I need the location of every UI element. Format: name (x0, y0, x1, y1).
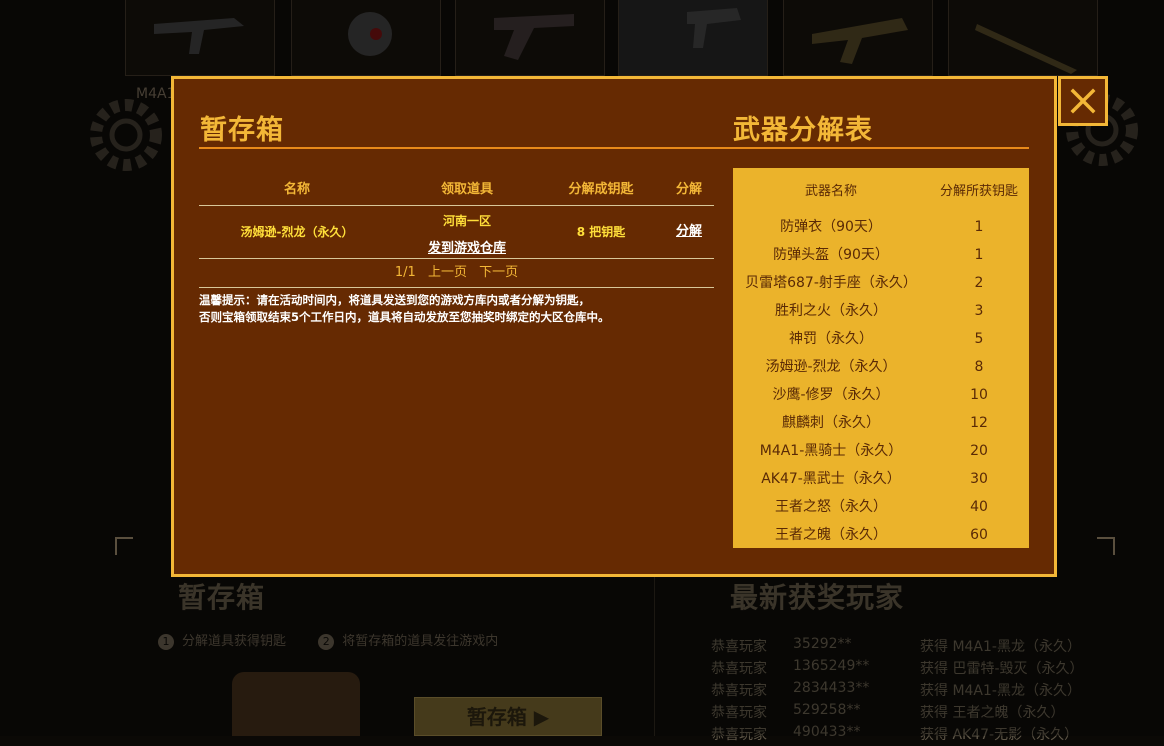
tip-line: 温馨提示：请在活动时间内，将道具发送到您的游戏方库内或者分解为钥匙， (199, 293, 590, 307)
col-header-name: 名称 (283, 182, 310, 197)
storage-modal: 暂存箱 武器分解表 名称 领取道具 分解成钥匙 分解 汤姆逊-烈龙（永久） 河南… (171, 76, 1057, 577)
table-row: 汤姆逊-烈龙（永久） 河南一区 发到游戏仓库 8 把钥匙 分解 (199, 206, 714, 259)
weapon-name: 神罚（永久） (789, 331, 873, 347)
prev-page-link[interactable]: 上一页 (428, 265, 467, 280)
pagination: 1/1 上一页 下一页 (199, 259, 714, 288)
decomposition-table-header: 武器名称 分解所获钥匙 (733, 180, 1029, 200)
warm-tip: 温馨提示：请在活动时间内，将道具发送到您的游戏方库内或者分解为钥匙， 否则宝箱领… (199, 292, 719, 326)
weapon-name: 防弹头盔（90天） (773, 247, 889, 263)
weapon-name: 汤姆逊-烈龙（永久） (765, 359, 897, 375)
storage-title: 暂存箱 (200, 115, 284, 146)
col-header-keys-gained: 分解所获钥匙 (939, 184, 1018, 199)
col-header-claim: 领取道具 (440, 182, 493, 197)
weapon-key-count: 1 (974, 247, 984, 263)
table-row: 神罚（永久） 5 (733, 325, 1029, 353)
weapon-name: 王者之怒（永久） (775, 499, 887, 515)
close-button[interactable] (1058, 76, 1108, 126)
table-row: 麒麟刺（永久） 12 (733, 409, 1029, 437)
weapon-name: 王者之魄（永久） (775, 527, 887, 543)
weapon-key-count: 5 (974, 331, 984, 347)
next-page-link[interactable]: 下一页 (479, 265, 518, 280)
weapon-name: 麒麟刺（永久） (782, 415, 880, 431)
weapon-name: M4A1-黑骑士（永久） (759, 443, 903, 459)
weapon-key-count: 8 (974, 359, 984, 375)
weapon-name: 防弹衣（90天） (780, 219, 882, 235)
col-header-decompose: 分解 (675, 182, 702, 197)
weapon-key-count: 20 (970, 443, 988, 459)
weapon-key-count: 60 (970, 527, 988, 543)
table-row: 防弹衣（90天） 1 (733, 213, 1029, 241)
table-row: 防弹头盔（90天） 1 (733, 241, 1029, 269)
table-row: 王者之魄（永久） 60 (733, 521, 1029, 549)
table-row: 贝雷塔687-射手座（永久） 2 (733, 269, 1029, 297)
tip-line: 否则宝箱领取结束5个工作日内，道具将自动发放至您抽奖时绑定的大区仓库中。 (199, 310, 610, 324)
weapon-key-count: 3 (974, 303, 984, 319)
weapon-key-count: 10 (970, 387, 988, 403)
title-divider (199, 147, 1029, 149)
close-icon (1070, 88, 1096, 114)
weapon-name: 胜利之火（永久） (775, 303, 887, 319)
table-row: 汤姆逊-烈龙（永久） 8 (733, 353, 1029, 381)
table-row: AK47-黑武士（永久） 30 (733, 465, 1029, 493)
decompose-link[interactable]: 分解 (661, 206, 717, 258)
weapon-key-count: 2 (974, 275, 984, 291)
weapon-key-count: 30 (970, 471, 988, 487)
table-row: 沙鹰-修罗（永久） 10 (733, 381, 1029, 409)
item-name: 汤姆逊-烈龙（永久） (240, 225, 354, 239)
table-row: M4A1-黑骑士（永久） 20 (733, 437, 1029, 465)
weapon-name: AK47-黑武士（永久） (761, 471, 901, 487)
col-header-weapon: 武器名称 (804, 184, 857, 199)
item-region: 河南一区 (442, 214, 491, 228)
weapon-key-count: 40 (970, 499, 988, 515)
table-row: 王者之怒（永久） 40 (733, 493, 1029, 521)
item-key-count: 8 把钥匙 (576, 225, 626, 239)
weapon-key-count: 12 (970, 415, 988, 431)
decomposition-title: 武器分解表 (733, 115, 873, 146)
col-header-keys: 分解成钥匙 (568, 182, 634, 197)
storage-table-header: 名称 领取道具 分解成钥匙 分解 (199, 175, 714, 206)
page-indicator: 1/1 (394, 265, 416, 280)
weapon-name: 贝雷塔687-射手座（永久） (745, 275, 917, 291)
decomposition-table: 武器名称 分解所获钥匙 防弹衣（90天） 1 防弹头盔（90天） 1 贝雷塔687-射手… (733, 168, 1029, 548)
weapon-name: 沙鹰-修罗（永久） (772, 387, 890, 403)
weapon-key-count: 1 (974, 219, 984, 235)
table-row: 胜利之火（永久） 3 (733, 297, 1029, 325)
storage-table: 名称 领取道具 分解成钥匙 分解 汤姆逊-烈龙（永久） 河南一区 发到游戏仓库 … (199, 175, 714, 288)
send-to-warehouse-link[interactable]: 发到游戏仓库 (407, 237, 527, 256)
